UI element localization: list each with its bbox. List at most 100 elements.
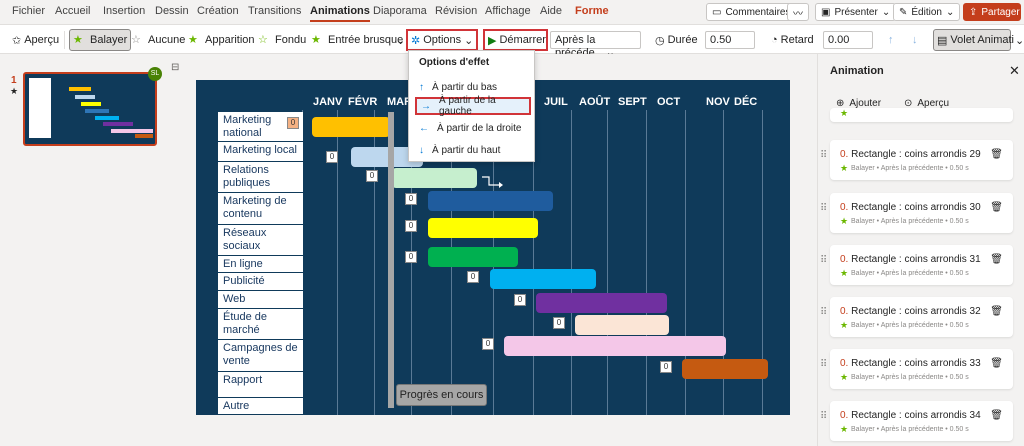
drag-handle-icon[interactable]: ⠿ [820, 203, 827, 214]
tab-review[interactable]: Révision [435, 5, 477, 17]
gantt-bar[interactable] [428, 191, 553, 211]
animation-order-tag[interactable]: 0 [366, 170, 378, 182]
animation-order-tag[interactable]: 0 [553, 317, 565, 329]
animation-order-tag-selected[interactable]: 0 [287, 117, 299, 129]
gantt-bar[interactable] [428, 218, 538, 238]
trash-icon[interactable]: 🗑 [990, 410, 1003, 421]
option-from-left[interactable]: → À partir de la gauche [415, 95, 531, 117]
animation-order-tag[interactable]: 0 [405, 220, 417, 232]
month-label: JANV [313, 96, 343, 108]
gantt-bar[interactable] [504, 336, 726, 356]
tab-file[interactable]: Fichier [12, 5, 45, 17]
animation-item-name: 0. Rectangle : coins arrondis 32 [840, 306, 981, 317]
drag-handle-icon[interactable]: ⠿ [820, 359, 827, 370]
gantt-bar[interactable] [312, 117, 390, 137]
trash-icon[interactable]: 🗑 [990, 306, 1003, 317]
drag-handle-icon[interactable]: ⠿ [820, 150, 827, 161]
duration-input[interactable]: 0.50 [705, 31, 755, 49]
animation-item[interactable]: 0. Rectangle : coins arrondis 32 ★ Balayer… [830, 297, 1013, 337]
comments-button[interactable]: ▭ Commentaires [706, 3, 797, 21]
option-from-top[interactable]: ↓ À partir du haut [415, 141, 531, 159]
chevron-down-icon: ⌄ [464, 34, 474, 47]
category-cell: Étude de marché [218, 309, 303, 340]
animation-item-partial[interactable]: ★ [830, 108, 1013, 122]
effect-sweep[interactable]: ★ Balayer [69, 29, 132, 51]
grid-line [607, 110, 608, 415]
trash-icon[interactable]: 🗑 [990, 202, 1003, 213]
month-label: FÉVR [348, 96, 378, 108]
animation-item-details: Balayer • Après la précédente • 0.50 s [851, 165, 969, 172]
category-cell: Relations publiques [218, 162, 303, 193]
tab-shape-format[interactable]: Forme [575, 5, 609, 17]
drag-handle-icon[interactable]: ⠿ [820, 411, 827, 422]
tab-help[interactable]: Aide [540, 5, 562, 17]
animation-order-tag[interactable]: 0 [405, 193, 417, 205]
effect-options-icon: ✲ [411, 34, 421, 47]
move-later-button[interactable]: ↓ [908, 29, 922, 51]
editing-mode-button[interactable]: ✎ Édition ⌄ [893, 3, 961, 21]
close-icon[interactable]: ✕ [1009, 63, 1020, 79]
duration-label: ◷ Durée [655, 34, 698, 47]
animation-order-tag[interactable]: 0 [467, 271, 479, 283]
tab-view[interactable]: Affichage [485, 5, 531, 17]
animation-pane-button[interactable]: ▤ Volet Animati [933, 29, 1014, 51]
present-button[interactable]: ▣ Présenter ⌄ [815, 3, 897, 21]
trash-icon[interactable]: 🗑 [990, 149, 1003, 160]
animation-item[interactable]: 0. Rectangle : coins arrondis 30 ★ Balayer… [830, 193, 1013, 233]
slide-thumbnail[interactable] [23, 72, 157, 146]
start-timing-select[interactable]: Après la précéde…⌄ [550, 31, 641, 59]
gantt-bar[interactable] [392, 168, 477, 188]
animation-item[interactable]: 0. Rectangle : coins arrondis 29 ★ Balayer… [830, 140, 1013, 180]
tab-home[interactable]: Accueil [55, 5, 90, 17]
gantt-bar[interactable] [682, 359, 768, 379]
animation-item-name: 0. Rectangle : coins arrondis 31 [840, 254, 981, 265]
animation-order-tag[interactable]: 0 [514, 294, 526, 306]
effect-appear[interactable]: ★ Apparition [184, 29, 259, 51]
tab-slideshow[interactable]: Diaporama [373, 5, 427, 17]
tab-draw[interactable]: Dessin [155, 5, 189, 17]
tab-animations[interactable]: Animations [310, 5, 370, 22]
fly-in-star-icon: ★ [311, 34, 321, 46]
chevron-down-icon: ⌄ [396, 34, 406, 47]
animation-order-tag[interactable]: 0 [326, 151, 338, 163]
progress-line[interactable] [388, 112, 394, 408]
arrow-right-icon: → [421, 100, 431, 112]
category-cell: Campagnes de vente [218, 340, 303, 372]
option-from-bottom[interactable]: ↑ À partir du bas [415, 78, 531, 96]
animation-item[interactable]: 0. Rectangle : coins arrondis 34 ★ Balayer… [830, 401, 1013, 441]
option-from-right[interactable]: ← À partir de la droite [415, 119, 531, 137]
gantt-bar[interactable] [490, 269, 596, 289]
collapse-thumbnails-icon[interactable]: ⊟ [171, 62, 179, 73]
progress-label[interactable]: Progrès en cours [396, 384, 487, 406]
catch-up-button[interactable]: 〰 [787, 3, 809, 21]
drag-handle-icon[interactable]: ⠿ [820, 255, 827, 266]
delay-input[interactable]: 0.00 [823, 31, 873, 49]
tab-insert[interactable]: Insertion [103, 5, 145, 17]
animation-order-tag[interactable]: 0 [660, 361, 672, 373]
drag-handle-icon[interactable]: ⠿ [820, 307, 827, 318]
preview-button[interactable]: ✩ Aperçu [8, 29, 63, 51]
animation-item[interactable]: 0. Rectangle : coins arrondis 31 ★ Balayer… [830, 245, 1013, 285]
tab-transitions[interactable]: Transitions [248, 5, 301, 17]
sweep-star-icon: ★ [73, 34, 83, 46]
trash-icon[interactable]: 🗑 [990, 254, 1003, 265]
animation-order-tag[interactable]: 0 [405, 251, 417, 263]
trash-icon[interactable]: 🗑 [990, 358, 1003, 369]
effects-gallery-more[interactable]: ⌄ [392, 29, 405, 51]
animation-item[interactable]: 0. Rectangle : coins arrondis 33 ★ Balayer… [830, 349, 1013, 389]
share-button[interactable]: ⇪ Partager [963, 3, 1021, 21]
tab-design[interactable]: Création [197, 5, 239, 17]
connector-arrow [482, 176, 503, 188]
effect-none[interactable]: ☆ Aucune [127, 29, 189, 51]
effect-options-button[interactable]: ✲ Options ⌄ [406, 29, 478, 51]
slide-number: 1 [11, 75, 17, 86]
animation-order-tag[interactable]: 0 [482, 338, 494, 350]
avatar: SL [148, 67, 162, 81]
gantt-bar[interactable] [428, 247, 518, 267]
start-button[interactable]: ▶ Démarrer [483, 29, 548, 51]
move-earlier-button[interactable]: ↑ [884, 29, 898, 51]
ribbon-collapse[interactable]: ⌄ [1011, 29, 1024, 51]
gantt-bar[interactable] [575, 315, 669, 335]
gantt-bar[interactable] [536, 293, 667, 313]
effect-fade[interactable]: ☆ Fondu [254, 29, 310, 51]
